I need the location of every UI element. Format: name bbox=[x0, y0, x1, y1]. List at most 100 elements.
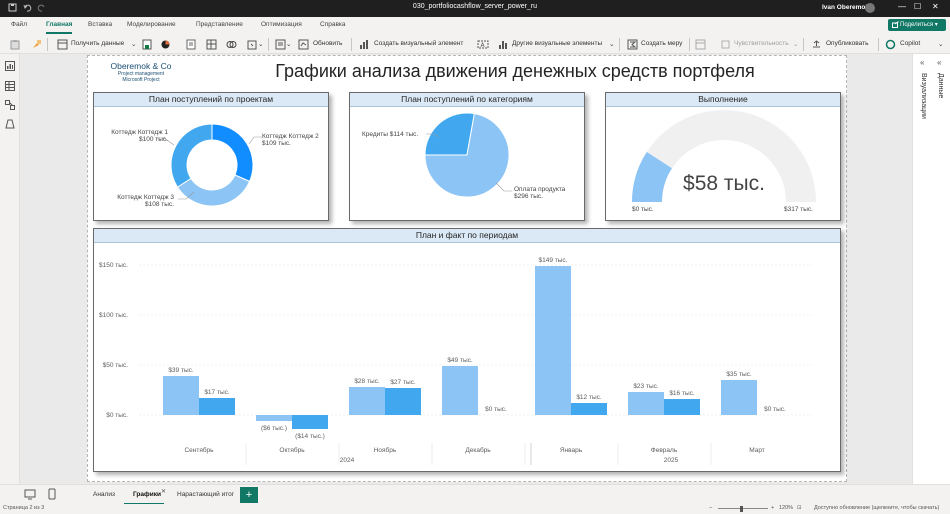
transform-data-icon[interactable] bbox=[275, 39, 286, 50]
publish-button[interactable]: Опубликовать bbox=[826, 40, 869, 47]
page-tabs-bar: Анализ Графики ✕ Нарастающий итог + bbox=[0, 484, 950, 505]
x-tick-label: Декабрь bbox=[465, 446, 491, 454]
menu-tab-insert[interactable]: Вставка bbox=[88, 21, 112, 28]
minimize-icon[interactable]: — bbox=[898, 2, 906, 11]
recent-sources-dropdown-icon[interactable]: ⌄ bbox=[258, 40, 263, 48]
year-label: 2024 bbox=[340, 457, 355, 464]
bar bbox=[349, 387, 385, 415]
transform-dropdown-icon[interactable]: ⌄ bbox=[286, 40, 291, 48]
excel-icon[interactable] bbox=[142, 39, 152, 50]
menu-tab-view[interactable]: Представление bbox=[196, 21, 243, 28]
menu-tab-modeling[interactable]: Моделирование bbox=[127, 21, 176, 28]
new-measure-icon[interactable] bbox=[627, 39, 638, 50]
donut-label-3: Коттедж Коттедж 3 $108 тыс. bbox=[94, 194, 174, 208]
new-visual-icon[interactable] bbox=[359, 39, 370, 50]
ribbon-toolbar: Получить данные ⌄ ⌄ ⌄ Обновить Создать в… bbox=[0, 35, 950, 54]
sensitivity-dropdown-icon: ⌄ bbox=[793, 41, 799, 48]
onelake-icon[interactable] bbox=[160, 39, 171, 50]
card-title: План и факт по периодам bbox=[94, 229, 840, 243]
categories-pie-card[interactable]: План поступлений по категориям Кредиты $… bbox=[349, 92, 585, 221]
y-tick-label: $100 тыс. bbox=[99, 312, 128, 319]
close-tab-icon[interactable]: ✕ bbox=[161, 488, 166, 495]
close-icon[interactable]: ✕ bbox=[932, 2, 939, 11]
ribbon-collapse-icon[interactable]: ⌄ bbox=[938, 40, 943, 48]
data-label: $49 тыс. bbox=[447, 357, 473, 364]
table-view-icon[interactable] bbox=[5, 81, 15, 91]
page-tab-cumulative[interactable]: Нарастающий итог bbox=[177, 491, 234, 498]
publish-icon[interactable] bbox=[811, 39, 822, 50]
menu-tab-help[interactable]: Справка bbox=[320, 21, 346, 28]
collapse-pane-icon[interactable]: « bbox=[920, 58, 924, 67]
text-box-icon[interactable]: A bbox=[477, 39, 489, 50]
donut-label-1-value: $100 тыс. bbox=[139, 136, 168, 143]
dax-query-view-icon[interactable] bbox=[5, 119, 15, 129]
menu-tab-file[interactable]: Файл bbox=[11, 21, 27, 28]
collapse-data-icon[interactable]: « bbox=[937, 58, 941, 67]
more-visuals-icon[interactable] bbox=[498, 39, 509, 50]
share-button[interactable]: Поделиться ▾ bbox=[888, 19, 946, 31]
menu-tab-home[interactable]: Главная bbox=[46, 21, 72, 28]
avatar[interactable] bbox=[865, 3, 875, 13]
zoom-out-icon[interactable]: − bbox=[709, 505, 712, 511]
menu-tab-optimize[interactable]: Оптимизация bbox=[261, 21, 302, 28]
data-label: $17 тыс. bbox=[204, 389, 230, 396]
donut-label-2-name: Коттедж Коттедж 2 bbox=[262, 133, 319, 140]
copilot-button[interactable]: Copilot bbox=[900, 40, 920, 47]
sql-server-icon[interactable] bbox=[186, 39, 196, 50]
get-data-button[interactable]: Получить данные bbox=[71, 40, 124, 47]
model-view-icon[interactable] bbox=[5, 100, 15, 110]
report-title: Графики анализа движения денежных средст… bbox=[275, 61, 755, 81]
data-label: $27 тыс. bbox=[390, 379, 416, 386]
zoom-slider[interactable] bbox=[718, 508, 768, 509]
donut-label-3-name: Коттедж Коттедж 3 bbox=[117, 194, 174, 201]
pie-label-payment-name: Оплата продукта bbox=[514, 186, 566, 193]
refresh-button[interactable]: Обновить bbox=[313, 40, 342, 47]
desktop-layout-icon[interactable] bbox=[24, 489, 36, 500]
data-label: $16 тыс. bbox=[669, 390, 695, 397]
more-visuals-dropdown-icon[interactable]: ⌄ bbox=[609, 40, 614, 48]
new-measure-button[interactable]: Создать меру bbox=[641, 40, 682, 47]
periods-bar-card[interactable]: План и факт по периодам $0 тыс. $50 тыс. $… bbox=[93, 228, 841, 472]
update-notice[interactable]: Доступно обновление (щелкните, чтобы ска… bbox=[814, 505, 939, 511]
donut-label-3-value: $108 тыс. bbox=[145, 201, 174, 208]
svg-text:A: A bbox=[481, 42, 486, 49]
sensitivity-icon bbox=[720, 39, 731, 50]
data-label: $149 тыс. bbox=[539, 257, 568, 264]
data-label: $12 тыс. bbox=[576, 394, 602, 401]
report-view-icon[interactable] bbox=[5, 61, 15, 71]
mobile-layout-icon[interactable] bbox=[48, 488, 56, 500]
user-name[interactable]: Ivan Oberemok bbox=[822, 4, 869, 11]
card-title: План поступлений по категориям bbox=[350, 93, 584, 107]
table-icon[interactable] bbox=[695, 39, 706, 50]
document-title: 030_portfoliocashflow_server_power_ru bbox=[412, 3, 538, 10]
zoom-in-icon[interactable]: + bbox=[771, 505, 774, 511]
paste-icon[interactable] bbox=[9, 39, 21, 50]
enter-data-icon[interactable] bbox=[206, 39, 217, 50]
x-tick-label: Сентябрь bbox=[184, 446, 214, 454]
ribbon-separator bbox=[619, 38, 620, 51]
more-visuals-button[interactable]: Другие визуальные элементы bbox=[512, 40, 602, 47]
zoom-thumb[interactable] bbox=[740, 506, 743, 512]
visualizations-pane-tab[interactable]: Визуализации bbox=[920, 73, 927, 119]
format-painter-icon[interactable] bbox=[31, 39, 42, 50]
copilot-icon[interactable] bbox=[885, 39, 896, 50]
bar bbox=[571, 403, 607, 415]
gauge-min: $0 тыс. bbox=[632, 206, 654, 213]
dataverse-icon[interactable] bbox=[226, 39, 237, 50]
projects-donut-card[interactable]: План поступлений по проектам Коттедж Кот… bbox=[93, 92, 329, 221]
gauge-card[interactable]: Выполнение $58 тыс. $0 тыс. $317 тыс. bbox=[605, 92, 841, 221]
recent-sources-icon[interactable] bbox=[247, 39, 258, 50]
add-page-button[interactable]: + bbox=[240, 487, 258, 503]
page-tab-charts[interactable]: Графики bbox=[133, 491, 161, 498]
get-data-icon[interactable] bbox=[57, 39, 68, 50]
maximize-icon[interactable]: ☐ bbox=[914, 2, 921, 11]
data-pane-tab[interactable]: Данные bbox=[937, 73, 944, 98]
get-data-dropdown-icon[interactable]: ⌄ bbox=[131, 40, 136, 48]
new-visual-button[interactable]: Создать визуальный элемент bbox=[374, 40, 463, 47]
refresh-icon[interactable] bbox=[298, 39, 309, 50]
y-tick-label: $50 тыс. bbox=[103, 362, 129, 369]
card-title: Выполнение bbox=[606, 93, 840, 107]
donut-label-2-value: $109 тыс. bbox=[262, 140, 291, 147]
page-tab-analysis[interactable]: Анализ bbox=[93, 491, 115, 498]
fit-page-icon[interactable]: ⊡ bbox=[797, 505, 802, 511]
